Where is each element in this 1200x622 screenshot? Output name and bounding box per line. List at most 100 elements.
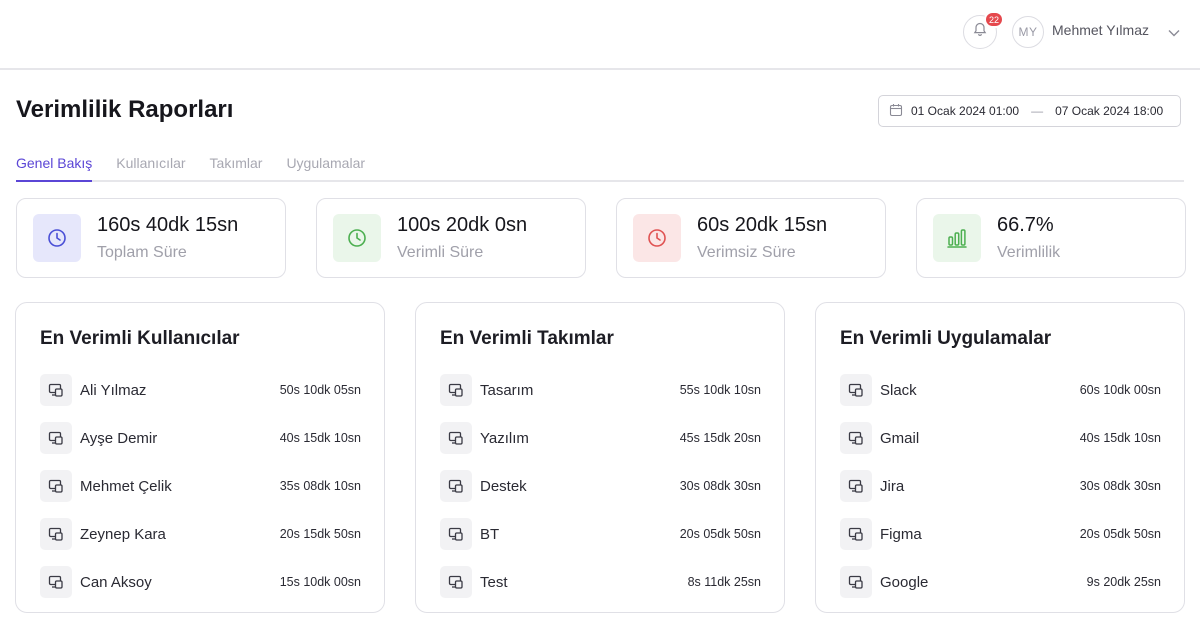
clock-icon xyxy=(333,214,381,262)
item-name: Jira xyxy=(880,477,905,495)
stat-card-productive-time: 100s 20dk 0sn Verimli Süre xyxy=(316,198,586,278)
device-icon xyxy=(40,518,72,550)
device-icon xyxy=(440,566,472,598)
device-icon xyxy=(840,374,872,406)
stat-label: Verimsiz Süre xyxy=(697,244,796,261)
device-icon xyxy=(40,374,72,406)
stat-value: 66.7% xyxy=(997,214,1054,236)
list-item[interactable]: Yazılım 45s 15dk 20sn xyxy=(440,414,761,462)
item-duration: 9s 20dk 25sn xyxy=(1086,575,1161,589)
card-title: En Verimli Uygulamalar xyxy=(840,328,1052,349)
device-icon xyxy=(840,422,872,454)
date-range-picker[interactable]: 01 Ocak 2024 01:00 — 07 Ocak 2024 18:00 xyxy=(878,95,1181,127)
list-item[interactable]: Zeynep Kara 20s 15dk 50sn xyxy=(40,510,361,558)
item-duration: 20s 05dk 50sn xyxy=(679,527,761,541)
stat-value: 160s 40dk 15sn xyxy=(97,214,239,236)
stat-card-unproductive-time: 60s 20dk 15sn Verimsiz Süre xyxy=(616,198,886,278)
clock-icon xyxy=(633,214,681,262)
stat-label: Verimli Süre xyxy=(397,244,484,261)
list-item[interactable]: BT 20s 05dk 50sn xyxy=(440,510,761,558)
tab-overview[interactable]: Genel Bakış xyxy=(16,150,93,182)
device-icon xyxy=(40,566,72,598)
chevron-down-icon[interactable] xyxy=(1168,24,1180,42)
top-bar: 22 MY Mehmet Yılmaz xyxy=(0,0,1200,70)
item-name: Figma xyxy=(880,525,922,543)
item-name: Google xyxy=(880,573,929,591)
device-icon xyxy=(840,470,872,502)
top-applications-card: En Verimli Uygulamalar Slack 60s 10dk 00s… xyxy=(815,302,1185,613)
page-title: Verimlilik Raporları xyxy=(16,96,234,123)
device-icon xyxy=(440,374,472,406)
list: Ali Yılmaz 50s 10dk 05sn Ayşe Demir 40s 15d… xyxy=(40,366,361,606)
list-item[interactable]: Google 9s 20dk 25sn xyxy=(840,558,1161,606)
card-title: En Verimli Takımlar xyxy=(440,328,614,349)
stat-value: 100s 20dk 0sn xyxy=(397,214,528,236)
list-item[interactable]: Jira 30s 08dk 30sn xyxy=(840,462,1161,510)
item-name: Zeynep Kara xyxy=(80,525,166,543)
list-item[interactable]: Slack 60s 10dk 00sn xyxy=(840,366,1161,414)
device-icon xyxy=(40,470,72,502)
date-end: 07 Ocak 2024 18:00 xyxy=(1055,104,1164,118)
device-icon xyxy=(440,422,472,454)
item-name: Gmail xyxy=(880,429,920,447)
clock-icon xyxy=(33,214,81,262)
item-duration: 60s 10dk 00sn xyxy=(1079,383,1161,397)
tab-applications[interactable]: Uygulamalar xyxy=(286,150,365,182)
item-name: BT xyxy=(480,525,500,543)
card-title: En Verimli Kullanıcılar xyxy=(40,328,240,349)
item-name: Destek xyxy=(480,477,527,495)
item-duration: 35s 08dk 10sn xyxy=(279,479,361,493)
item-name: Mehmet Çelik xyxy=(80,477,172,495)
bar-chart-icon xyxy=(933,214,981,262)
device-icon xyxy=(440,518,472,550)
item-name: Test xyxy=(480,573,508,591)
stat-value: 60s 20dk 15sn xyxy=(697,214,828,236)
device-icon xyxy=(840,566,872,598)
avatar[interactable]: MY xyxy=(1012,16,1044,48)
tab-bar: Genel Bakış Kullanıcılar Takımlar Uygula… xyxy=(16,150,1184,182)
date-start: 01 Ocak 2024 01:00 xyxy=(911,104,1020,118)
item-duration: 30s 08dk 30sn xyxy=(1079,479,1161,493)
list: Tasarım 55s 10dk 10sn Yazılım 45s 15dk 20sn… xyxy=(440,366,761,606)
notification-count-badge: 22 xyxy=(984,11,1005,28)
item-name: Tasarım xyxy=(480,381,534,399)
stat-label: Verimlilik xyxy=(997,244,1061,261)
item-duration: 40s 15dk 10sn xyxy=(1079,431,1161,445)
item-duration: 20s 05dk 50sn xyxy=(1079,527,1161,541)
list: Slack 60s 10dk 00sn Gmail 40s 15dk 10sn Jira… xyxy=(840,366,1161,606)
list-item[interactable]: Mehmet Çelik 35s 08dk 10sn xyxy=(40,462,361,510)
item-duration: 50s 10dk 05sn xyxy=(279,383,361,397)
device-icon xyxy=(840,518,872,550)
list-item[interactable]: Ali Yılmaz 50s 10dk 05sn xyxy=(40,366,361,414)
item-name: Ali Yılmaz xyxy=(80,381,147,399)
tab-users[interactable]: Kullanıcılar xyxy=(116,150,185,182)
device-icon xyxy=(40,422,72,454)
user-name[interactable]: Mehmet Yılmaz xyxy=(1052,22,1149,38)
bell-icon xyxy=(973,22,987,42)
list-item[interactable]: Test 8s 11dk 25sn xyxy=(440,558,761,606)
item-duration: 8s 11dk 25sn xyxy=(687,575,761,589)
stat-label: Toplam Süre xyxy=(97,244,187,261)
list-item[interactable]: Can Aksoy 15s 10dk 00sn xyxy=(40,558,361,606)
item-duration: 15s 10dk 00sn xyxy=(279,575,361,589)
top-teams-card: En Verimli Takımlar Tasarım 55s 10dk 10sn… xyxy=(415,302,785,613)
list-item[interactable]: Tasarım 55s 10dk 10sn xyxy=(440,366,761,414)
list-item[interactable]: Figma 20s 05dk 50sn xyxy=(840,510,1161,558)
item-duration: 55s 10dk 10sn xyxy=(679,383,761,397)
notifications-button[interactable]: 22 xyxy=(963,11,1005,49)
item-name: Can Aksoy xyxy=(80,573,152,591)
item-name: Yazılım xyxy=(480,429,529,447)
item-duration: 45s 15dk 20sn xyxy=(679,431,761,445)
stat-card-productivity: 66.7% Verimlilik xyxy=(916,198,1186,278)
item-name: Ayşe Demir xyxy=(80,429,158,447)
calendar-icon xyxy=(889,103,903,120)
item-duration: 40s 15dk 10sn xyxy=(279,431,361,445)
list-item[interactable]: Ayşe Demir 40s 15dk 10sn xyxy=(40,414,361,462)
list-item[interactable]: Gmail 40s 15dk 10sn xyxy=(840,414,1161,462)
stat-card-total-time: 160s 40dk 15sn Toplam Süre xyxy=(16,198,286,278)
list-item[interactable]: Destek 30s 08dk 30sn xyxy=(440,462,761,510)
date-separator: — xyxy=(1031,104,1044,118)
top-users-card: En Verimli Kullanıcılar Ali Yılmaz 50s 10… xyxy=(15,302,385,613)
tab-teams[interactable]: Takımlar xyxy=(210,150,263,182)
device-icon xyxy=(440,470,472,502)
